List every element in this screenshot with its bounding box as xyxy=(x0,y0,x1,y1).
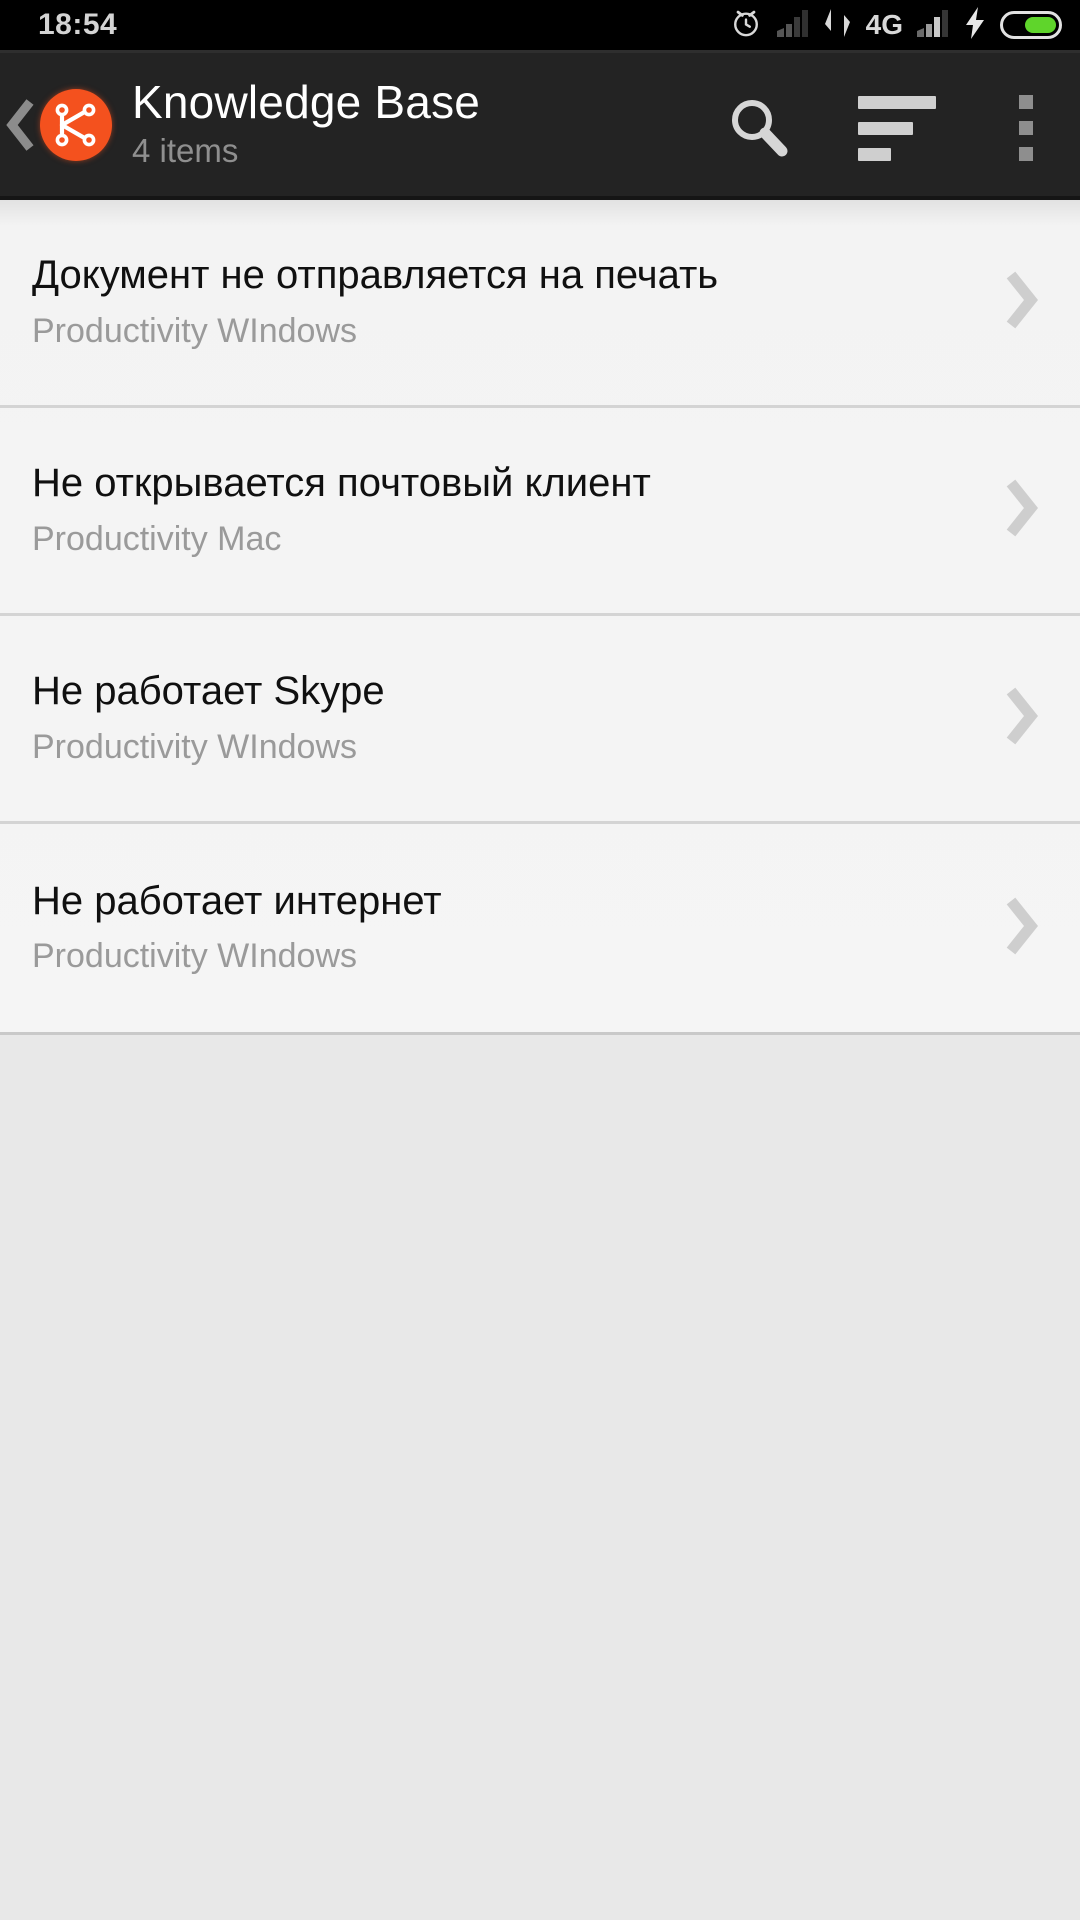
sort-button[interactable] xyxy=(822,53,972,203)
list-item-text: Не открывается почтовый клиент Productiv… xyxy=(32,460,1004,560)
status-bar-icons: 4G xyxy=(729,0,1062,50)
empty-list-area xyxy=(0,1035,1080,1920)
list-item-text: Не работает интернет Productivity WIndow… xyxy=(32,878,1004,978)
list-item-subtitle: Productivity WIndows xyxy=(32,725,1004,769)
chevron-right-icon xyxy=(1004,897,1038,960)
knowledge-base-logo xyxy=(40,89,112,161)
charging-bolt-icon xyxy=(963,6,987,45)
chevron-right-icon xyxy=(1004,687,1038,750)
list-item-title: Не работает интернет xyxy=(32,878,1004,925)
data-transfer-icon xyxy=(823,7,853,44)
list-item[interactable]: Не работает интернет Productivity WIndow… xyxy=(0,824,1080,1032)
list-item[interactable]: Не открывается почтовый клиент Productiv… xyxy=(0,408,1080,616)
list-item-text: Не работает Skype Productivity WIndows xyxy=(32,668,1004,768)
knowledge-base-list: Документ не отправляется на печать Produ… xyxy=(0,200,1080,1035)
list-item-subtitle: Productivity Mac xyxy=(32,517,1004,561)
list-item-subtitle: Productivity WIndows xyxy=(32,934,1004,978)
app-bar-actions xyxy=(694,53,1080,203)
overflow-menu-button[interactable] xyxy=(972,53,1080,203)
kebab-menu-icon xyxy=(1019,95,1033,161)
chevron-right-icon xyxy=(1004,271,1038,334)
list-item[interactable]: Документ не отправляется на печать Produ… xyxy=(0,200,1080,408)
list-item[interactable]: Не работает Skype Productivity WIndows xyxy=(0,616,1080,824)
list-item-title: Не открывается почтовый клиент xyxy=(32,460,1004,507)
chevron-right-icon xyxy=(1004,479,1038,542)
signal-bars-icon xyxy=(916,8,950,43)
search-icon xyxy=(727,95,789,162)
back-button[interactable] xyxy=(0,50,42,200)
list-item-text: Документ не отправляется на печать Produ… xyxy=(32,252,1004,352)
list-item-subtitle: Productivity WIndows xyxy=(32,309,1004,353)
app-bar-titles: Knowledge Base 4 items xyxy=(132,78,480,171)
search-button[interactable] xyxy=(694,53,822,203)
list-item-title: Не работает Skype xyxy=(32,668,1004,715)
status-bar: 18:54 4G xyxy=(0,0,1080,50)
status-bar-clock: 18:54 xyxy=(38,8,117,42)
list-item-title: Документ не отправляется на печать xyxy=(32,252,1004,299)
page-title: Knowledge Base xyxy=(132,78,480,127)
sort-icon xyxy=(858,96,936,161)
item-count-label: 4 items xyxy=(132,130,480,171)
network-type-label: 4G xyxy=(866,11,903,39)
battery-icon xyxy=(1000,11,1062,39)
battery-fill xyxy=(1025,17,1056,33)
signal-bars-icon xyxy=(776,8,810,43)
app-bar: Knowledge Base 4 items xyxy=(0,50,1080,200)
alarm-clock-icon xyxy=(729,6,763,45)
